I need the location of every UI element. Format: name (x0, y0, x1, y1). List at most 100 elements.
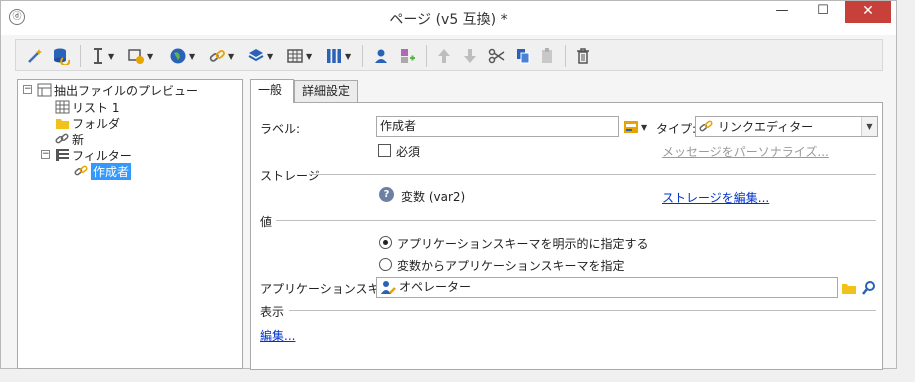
add-component-button[interactable] (398, 45, 416, 67)
tree-collapse-toggle[interactable]: − (23, 85, 32, 94)
copy-icon (517, 49, 530, 64)
section-divider (309, 174, 876, 175)
radio-explicit-schema[interactable] (379, 236, 392, 249)
toolbar-separator (426, 45, 427, 67)
label-caption: ラベル: (260, 122, 301, 136)
input-add-button[interactable]: ▼ (127, 45, 153, 67)
edit-display-link[interactable]: 編集... (260, 327, 295, 344)
schema-value: オペレーター (399, 280, 472, 294)
main-window: ⓓ ページ (v5 互換) * — ☐ ✕ ▼ ▼ ▼ ▼ ▼ ▼ ▼ − 抽出… (0, 0, 897, 370)
arrow-down-icon (464, 49, 476, 63)
link-icon (209, 50, 225, 62)
tree-item-label: フィルター (72, 148, 132, 163)
arrow-up-icon (438, 49, 450, 63)
user-button[interactable] (372, 45, 390, 67)
table-button[interactable]: ▼ (286, 45, 312, 67)
table-icon (55, 100, 70, 114)
chevron-down-icon: ▼ (345, 51, 352, 61)
copy-button[interactable] (514, 45, 532, 67)
link-button[interactable]: ▼ (208, 45, 234, 67)
maximize-button[interactable]: ☐ (808, 1, 838, 23)
chevron-down-icon: ▼ (108, 51, 115, 61)
title-bar: ⓓ ページ (v5 互換) * — ☐ ✕ (1, 1, 896, 35)
columns-icon (327, 49, 341, 63)
paste-button[interactable] (539, 45, 555, 67)
tree-item-list[interactable]: リスト 1 (55, 99, 119, 115)
display-section-title: 表示 (260, 305, 285, 319)
customize-message-link[interactable]: メッセージをパーソナライズ... (662, 143, 829, 160)
tab-content: ラベル: 作成者 ▼ タイプ: リンクエディター ▼ 必須 メッセージをパーソナ… (250, 102, 883, 370)
chevron-down-icon: ▼ (267, 51, 274, 61)
label-input[interactable]: 作成者 (376, 116, 619, 137)
globe-icon (170, 48, 186, 64)
operator-icon (381, 281, 396, 294)
help-icon: ? (379, 187, 394, 202)
move-down-button[interactable] (462, 45, 478, 67)
move-up-button[interactable] (436, 45, 452, 67)
schema-input[interactable]: オペレーター (376, 277, 838, 298)
columns-button[interactable]: ▼ (325, 45, 351, 67)
add-component-icon (401, 49, 415, 63)
search-icon (862, 281, 875, 295)
tree-item-label: 作成者 (91, 162, 132, 180)
section-divider (276, 220, 876, 221)
storage-section-title: ストレージ (260, 169, 320, 183)
tab-general[interactable]: 一般 (250, 79, 294, 103)
tree-item-selected[interactable]: 作成者 (74, 162, 132, 180)
magic-wand-button[interactable] (26, 45, 44, 67)
toolbar-separator (362, 45, 363, 67)
chevron-down-icon: ▼ (147, 51, 154, 61)
type-select[interactable]: リンクエディター ▼ (695, 116, 878, 137)
search-schema-button[interactable] (861, 277, 877, 299)
filter-icon (56, 149, 69, 161)
cut-button[interactable] (488, 45, 506, 67)
delete-button[interactable] (575, 45, 591, 67)
text-cursor-icon (94, 48, 102, 64)
container-button[interactable]: ▼ (247, 45, 273, 67)
magic-wand-icon (28, 49, 42, 63)
tree-item-root[interactable]: 抽出ファイルのプレビュー (37, 82, 198, 98)
globe-button[interactable]: ▼ (169, 45, 195, 67)
type-caption: タイプ: (656, 122, 697, 136)
tree-item-label: 新 (72, 132, 85, 147)
radio-variable-label: 変数からアプリケーションスキーマを指定 (397, 259, 625, 273)
label-format-button[interactable]: ▼ (623, 116, 647, 138)
toolbar-separator (565, 45, 566, 67)
input-add-icon (128, 49, 144, 64)
toolbar: ▼ ▼ ▼ ▼ ▼ ▼ ▼ (15, 39, 883, 71)
tree-item-folder[interactable]: フォルダ (55, 115, 120, 131)
tab-advanced[interactable]: 詳細設定 (294, 80, 358, 103)
tree-item-link[interactable]: 新 (55, 131, 84, 147)
required-checkbox[interactable] (378, 144, 391, 157)
minimize-button[interactable]: — (767, 1, 797, 23)
toolbar-separator (80, 45, 81, 67)
close-button[interactable]: ✕ (845, 1, 891, 23)
text-field-button[interactable]: ▼ (90, 45, 114, 67)
scissors-icon (488, 48, 505, 64)
tree-collapse-toggle[interactable]: − (41, 150, 50, 159)
radio-variable-schema[interactable] (379, 258, 392, 271)
edit-storage-link[interactable]: ストレージを編集... (662, 189, 769, 206)
chevron-down-icon[interactable]: ▼ (861, 117, 877, 136)
browse-folder-button[interactable] (841, 277, 857, 299)
user-icon (375, 49, 387, 63)
type-select-value: リンクエディター (718, 120, 814, 134)
link-icon (55, 133, 69, 144)
value-section-title: 値 (260, 215, 273, 229)
folder-icon (842, 284, 856, 294)
properties-panel: 一般 詳細設定 ラベル: 作成者 ▼ タイプ: リンクエディター ▼ 必須 メッ… (250, 79, 883, 370)
section-divider (289, 310, 876, 311)
tree-item-filter[interactable]: フィルター (55, 147, 132, 163)
chevron-down-icon: ▼ (189, 51, 196, 61)
chevron-down-icon: ▼ (228, 51, 235, 61)
trash-icon (577, 48, 589, 64)
database-icon (54, 48, 70, 65)
chevron-down-icon: ▼ (306, 51, 313, 61)
tree-item-label: 抽出ファイルのプレビュー (54, 83, 199, 98)
tree-item-label: リスト 1 (72, 100, 120, 115)
link-edit-icon (74, 165, 88, 176)
database-refresh-button[interactable] (52, 45, 70, 67)
table-icon (287, 49, 303, 63)
folder-icon (56, 119, 69, 129)
radio-explicit-label: アプリケーションスキーマを明示的に指定する (397, 237, 649, 251)
